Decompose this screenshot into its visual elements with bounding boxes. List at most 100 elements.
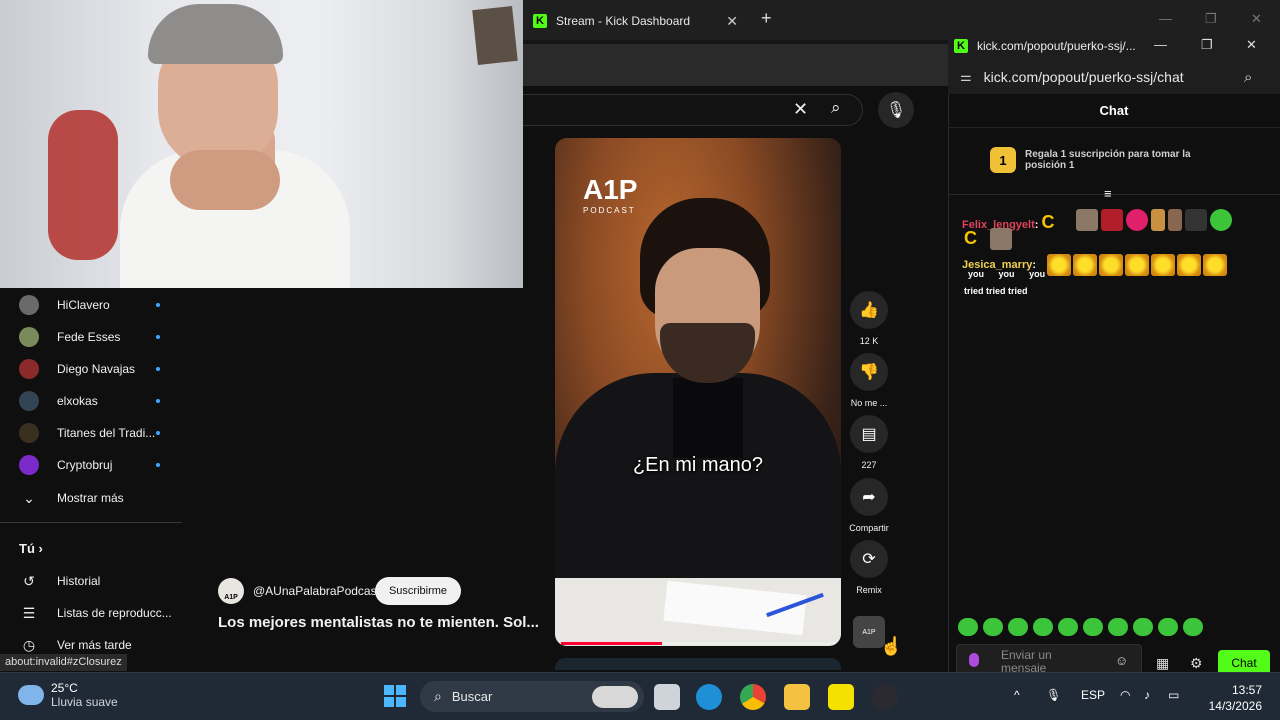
taskbar: 25°C Lluvia suave ⌕ Buscar ^ 🎙 ESP ◠ ♪ ▭… <box>0 672 1280 720</box>
clock[interactable]: 13:57 14/3/2026 <box>1204 682 1262 714</box>
sidebar-item-label: Ver más tarde <box>57 638 132 652</box>
file-explorer-icon[interactable] <box>784 684 810 710</box>
mic-icon[interactable] <box>969 653 979 667</box>
emote <box>1073 254 1097 276</box>
store-icon[interactable]: ▦ <box>1156 655 1169 672</box>
next-video-preview[interactable] <box>555 658 841 670</box>
temperature: 25°C <box>51 681 78 695</box>
zoom-icon[interactable]: ⌕ <box>1244 69 1252 86</box>
emote-caption: you you you <box>964 269 1045 279</box>
exchange-app-icon[interactable] <box>828 684 854 710</box>
taskbar-search[interactable]: ⌕ Buscar <box>420 681 644 712</box>
dislike-button[interactable]: 👎 No me ... <box>849 353 889 408</box>
search-highlight-icon <box>592 685 638 708</box>
emote[interactable] <box>1058 618 1078 636</box>
tab-close-icon[interactable]: ✕ <box>726 13 738 30</box>
chat-header: Chat <box>948 94 1280 128</box>
emote <box>1076 209 1098 231</box>
remix-button[interactable]: ⟳ Remix <box>849 540 889 595</box>
emote[interactable] <box>983 618 1003 636</box>
voice-search-button[interactable]: 🎙 <box>878 92 914 128</box>
video-title[interactable]: Los mejores mentalistas no te mienten. S… <box>218 614 543 631</box>
emote[interactable] <box>1008 618 1028 636</box>
channel-handle[interactable]: @AUnaPalabraPodcast <box>253 584 380 598</box>
dislike-label: No me ... <box>850 398 888 408</box>
site-settings-icon[interactable]: ⚌ <box>960 69 972 85</box>
edge-icon[interactable] <box>696 684 722 710</box>
rank-badge: 1 <box>990 147 1016 173</box>
volume-icon[interactable]: ♪ <box>1144 688 1150 702</box>
browser-tab[interactable]: K Stream - Kick Dashboard ✕ <box>523 6 748 36</box>
short-video-player[interactable]: A1P PODCAST ¿En mi mano? <box>555 138 841 646</box>
emoji-icon[interactable]: ☺ <box>1115 653 1128 668</box>
kick-logo-icon: K <box>954 39 968 53</box>
emote-word: you <box>1029 269 1046 279</box>
gift-sub-banner[interactable]: 1 Regala 1 suscripción para tomar la pos… <box>990 142 1220 178</box>
sidebar-item-subscription[interactable]: Cryptobruj <box>0 449 182 481</box>
maximize-button[interactable]: ❐ <box>1201 37 1213 53</box>
mouse-cursor-icon: ☝ <box>880 636 903 656</box>
emote[interactable] <box>1133 618 1153 636</box>
obs-icon[interactable] <box>872 684 898 710</box>
sidebar-item-subscription[interactable]: Titanes del Tradi... <box>0 417 182 449</box>
emote[interactable] <box>1158 618 1178 636</box>
gear-icon[interactable]: ⚙ <box>1190 655 1203 672</box>
video-logo: A1P <box>583 174 638 205</box>
like-count: 12 K <box>859 336 879 346</box>
show-more-button[interactable]: ⌄ Mostrar más <box>0 483 182 513</box>
close-window-button[interactable]: ✕ <box>1251 11 1262 27</box>
emote[interactable] <box>958 618 978 636</box>
emote-word: you <box>968 269 985 279</box>
language-indicator[interactable]: ESP <box>1081 688 1105 702</box>
close-window-button[interactable]: ✕ <box>1246 37 1257 53</box>
chat-input[interactable]: Enviar un mensaje ☺ <box>956 644 1142 675</box>
chrome-icon[interactable] <box>740 684 766 710</box>
maximize-button[interactable]: ❐ <box>1205 11 1217 27</box>
like-button[interactable]: 👍 12 K <box>849 291 889 346</box>
you-section-heading[interactable]: Tú › <box>19 541 43 556</box>
subscribe-button[interactable]: Suscribirme <box>375 577 461 605</box>
sidebar-item-history[interactable]: ↺ Historial <box>0 566 182 596</box>
sidebar-item-subscription[interactable]: HiClavero <box>0 289 182 321</box>
emote[interactable] <box>1108 618 1128 636</box>
clear-search-icon[interactable]: ✕ <box>793 99 808 120</box>
new-tab-button[interactable]: + <box>761 8 772 29</box>
battery-icon[interactable]: ▭ <box>1168 688 1179 702</box>
emote[interactable] <box>1183 618 1203 636</box>
emote[interactable] <box>1033 618 1053 636</box>
weather-text: Lluvia suave <box>51 695 118 709</box>
address-bar[interactable] <box>523 40 948 86</box>
sidebar-item-subscription[interactable]: Diego Navajas <box>0 353 182 385</box>
show-hidden-icons[interactable]: ^ <box>1014 688 1020 702</box>
sidebar-item-subscription[interactable]: Fede Esses <box>0 321 182 353</box>
sidebar-item-label: Historial <box>57 574 101 588</box>
chat-url-bar[interactable]: ⚌ kick.com/popout/puerko-ssj/chat ⌕ <box>948 60 1280 94</box>
channel-avatar[interactable]: A1P <box>218 578 244 604</box>
you-label: Tú <box>19 541 35 556</box>
comment-count: 227 <box>861 460 877 470</box>
comments-button[interactable]: ▤ 227 <box>849 415 889 470</box>
weather-widget[interactable]: 25°C Lluvia suave <box>18 681 118 709</box>
microphone-icon[interactable]: 🎙 <box>1046 688 1061 702</box>
new-content-dot <box>156 303 160 307</box>
windows-start-icon[interactable] <box>384 685 406 707</box>
search-icon[interactable]: ⌕ <box>831 98 841 118</box>
video-progress-bar[interactable] <box>561 642 835 645</box>
dislike-icon: 👎 <box>850 353 888 391</box>
status-link: about:invalid#zClosurez <box>0 654 127 671</box>
emote <box>1203 254 1227 276</box>
emote[interactable] <box>1083 618 1103 636</box>
share-button[interactable]: ➦ Compartir <box>849 478 889 533</box>
minimize-button[interactable]: — <box>1154 37 1167 52</box>
gift-text: Regala 1 suscripción para tomar la posic… <box>1025 149 1191 171</box>
search-input[interactable] <box>523 94 863 126</box>
emote <box>1168 209 1182 231</box>
wifi-icon[interactable]: ◠ <box>1120 688 1130 702</box>
pinned-toggle-icon[interactable]: ≡ <box>1104 186 1112 201</box>
task-view-icon[interactable] <box>654 684 680 710</box>
sidebar-item-playlists[interactable]: ☰ Listas de reproducc... <box>0 598 182 628</box>
minimize-button[interactable]: — <box>1159 11 1172 26</box>
sidebar-item-subscription[interactable]: elxokas <box>0 385 182 417</box>
chat-url: kick.com/popout/puerko-ssj/chat <box>983 69 1184 85</box>
chevron-right-icon: › <box>38 541 43 556</box>
